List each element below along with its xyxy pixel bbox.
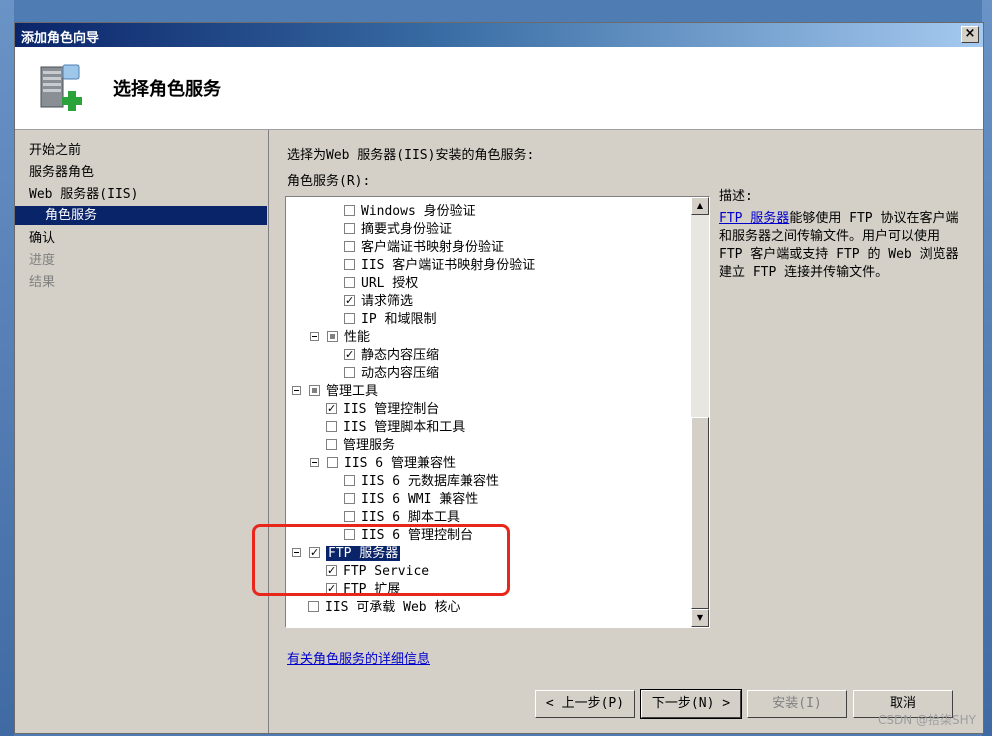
tree-group-iis6-compat[interactable]: IIS 6 管理兼容性: [310, 455, 456, 473]
watermark: CSDN @拾柒SHY: [878, 713, 976, 727]
checkbox-checked[interactable]: [326, 400, 337, 418]
checkbox[interactable]: [344, 475, 355, 486]
tree-item[interactable]: 动态内容压缩: [344, 365, 439, 383]
checkbox[interactable]: [344, 205, 355, 216]
tree-item[interactable]: FTP Service: [326, 562, 429, 581]
role-services-label: 角色服务(R):: [287, 174, 371, 189]
tree-item[interactable]: IIS 6 WMI 兼容性: [344, 491, 478, 509]
window-title: 添加角色向导: [21, 31, 100, 46]
checkbox[interactable]: [344, 277, 355, 288]
tree-item[interactable]: 请求筛选: [344, 292, 413, 311]
checkbox-checked[interactable]: [344, 346, 355, 364]
checkbox-checked[interactable]: [326, 580, 337, 598]
nav-item-results: 结果: [29, 275, 56, 290]
checkbox[interactable]: [344, 223, 355, 234]
tree-item[interactable]: IIS 管理控制台: [326, 400, 439, 419]
tree-item[interactable]: IIS 6 元数据库兼容性: [344, 473, 499, 491]
nav-item-web-server-iis[interactable]: Web 服务器(IIS): [29, 184, 138, 205]
tree-item[interactable]: IIS 可承载 Web 核心: [308, 599, 460, 617]
tree-item[interactable]: IIS 管理脚本和工具: [326, 419, 465, 437]
tree-item[interactable]: IIS 6 管理控制台: [344, 527, 473, 545]
description-panel: 描述: FTP 服务器能够使用 FTP 协议在客户端和服务器之间传输文件。用户可…: [719, 188, 964, 282]
checkbox[interactable]: [344, 493, 355, 504]
nav-item-before-you-begin[interactable]: 开始之前: [29, 140, 81, 161]
scroll-thumb[interactable]: [691, 417, 709, 609]
main-panel: 选择为Web 服务器(IIS)安装的角色服务: 角色服务(R): Windows…: [269, 130, 983, 733]
tree-item[interactable]: IP 和域限制: [344, 311, 436, 329]
checkbox-checked[interactable]: [344, 292, 355, 310]
tree-item[interactable]: 管理服务: [326, 437, 395, 455]
wizard-nav: 开始之前 服务器角色 Web 服务器(IIS) 角色服务 确认 进度 结果: [15, 130, 269, 733]
checkbox[interactable]: [344, 529, 355, 540]
tree-group-ftp-server[interactable]: FTP 服务器: [292, 544, 401, 563]
nav-item-role-services[interactable]: 角色服务: [15, 206, 267, 225]
checkbox[interactable]: [344, 367, 355, 378]
checkbox[interactable]: [344, 259, 355, 270]
server-add-icon: [40, 64, 82, 111]
collapse-icon[interactable]: [310, 458, 319, 467]
checkbox[interactable]: [344, 511, 355, 522]
checkbox-checked[interactable]: [309, 544, 320, 562]
description-body: FTP 服务器能够使用 FTP 协议在客户端和服务器之间传输文件。用户可以使用 …: [719, 210, 964, 282]
title-bar[interactable]: 添加角色向导 ×: [15, 23, 983, 47]
page-title: 选择角色服务: [113, 79, 221, 100]
tree-item[interactable]: IIS 客户端证书映射身份验证: [344, 257, 535, 275]
nav-item-server-roles[interactable]: 服务器角色: [29, 162, 94, 183]
tree-group-performance[interactable]: 性能: [310, 329, 370, 347]
tree-item[interactable]: 客户端证书映射身份验证: [344, 239, 504, 257]
tree-item[interactable]: IIS 6 脚本工具: [344, 509, 460, 527]
checkbox[interactable]: [308, 601, 319, 612]
next-button[interactable]: 下一步(N) >: [640, 689, 742, 719]
description-link-ftp-server[interactable]: FTP 服务器: [719, 211, 789, 226]
collapse-icon[interactable]: [310, 332, 319, 341]
desktop-background-left: [0, 0, 14, 736]
description-title: 描述:: [719, 189, 753, 204]
previous-button[interactable]: < 上一步(P): [535, 690, 635, 718]
collapse-icon[interactable]: [292, 548, 301, 557]
tree-item[interactable]: URL 授权: [344, 275, 418, 293]
checkbox[interactable]: [344, 313, 355, 324]
scroll-down-icon[interactable]: ▼: [691, 609, 709, 627]
wizard-header: 选择角色服务: [15, 47, 983, 130]
role-services-tree[interactable]: Windows 身份验证 摘要式身份验证 客户端证书映射身份验证 IIS 客户端…: [285, 196, 710, 628]
tree-item[interactable]: FTP 扩展: [326, 580, 400, 599]
tree-scrollbar[interactable]: ▲ ▼: [691, 197, 709, 627]
tree-item[interactable]: 摘要式身份验证: [344, 221, 452, 239]
checkbox[interactable]: [327, 457, 338, 468]
checkbox[interactable]: [326, 439, 337, 450]
checkbox-partial[interactable]: [309, 385, 320, 396]
tree-item[interactable]: 静态内容压缩: [344, 346, 439, 365]
scroll-up-icon[interactable]: ▲: [691, 197, 709, 215]
collapse-icon[interactable]: [292, 386, 301, 395]
add-roles-wizard-window: 添加角色向导 × 选择角色服务 开始之前 服务器角色 Web 服务器(IIS) …: [14, 22, 984, 734]
checkbox[interactable]: [326, 421, 337, 432]
tree-group-management-tools[interactable]: 管理工具: [292, 383, 378, 401]
close-button[interactable]: ×: [961, 26, 979, 43]
nav-item-progress: 进度: [29, 253, 56, 268]
checkbox-partial[interactable]: [327, 331, 338, 342]
checkbox-checked[interactable]: [326, 562, 337, 580]
intro-text: 选择为Web 服务器(IIS)安装的角色服务:: [287, 148, 535, 163]
nav-item-confirmation[interactable]: 确认: [29, 228, 55, 249]
install-button: 安装(I): [747, 690, 847, 718]
tree-item[interactable]: Windows 身份验证: [344, 203, 476, 221]
checkbox[interactable]: [344, 241, 355, 252]
more-info-link[interactable]: 有关角色服务的详细信息: [287, 648, 430, 667]
